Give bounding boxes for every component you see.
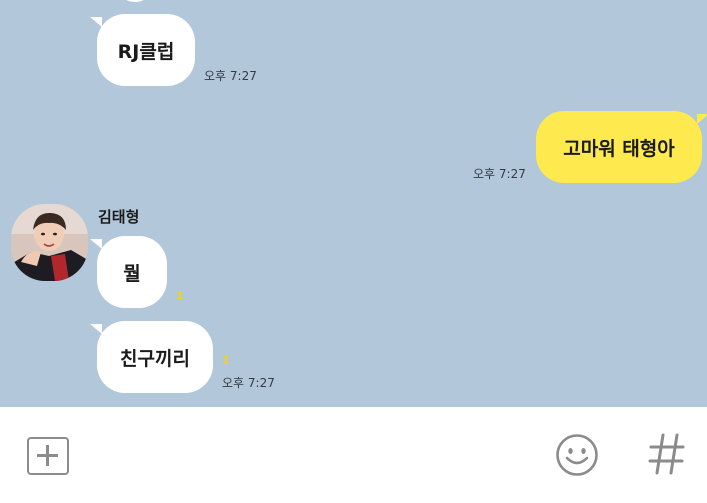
message-input-bar[interactable] [0, 407, 707, 503]
message-text: 고마워 태형아 [563, 137, 675, 160]
message-bubble[interactable]: 친구끼리 [90, 321, 213, 393]
sender-name: 김태형 [98, 208, 140, 226]
message-time: 오후 7:27 [222, 376, 275, 390]
chat-area[interactable]: RJ클럽 오후 7:27 고마워 태형아 오후 7:27 김태형 뭘 1 친구끼… [0, 0, 707, 407]
profile-avatar[interactable] [11, 204, 88, 281]
message-bubble-partial[interactable] [118, 0, 152, 2]
smiley-icon[interactable] [555, 433, 599, 477]
message-bubble[interactable]: RJ클럽 [90, 14, 195, 86]
message-text: RJ클럽 [117, 40, 175, 63]
message-text: 친구끼리 [120, 347, 190, 370]
message-time: 오후 7:27 [204, 69, 257, 83]
hashtag-icon[interactable] [648, 431, 686, 477]
avatar-photo [11, 204, 88, 281]
message-bubble-outgoing[interactable]: 고마워 태형아 [536, 111, 707, 183]
unread-count: 1 [176, 289, 184, 302]
plus-square-icon[interactable] [27, 437, 69, 475]
message-bubble[interactable]: 뭘 [90, 236, 167, 308]
message-text: 뭘 [123, 262, 141, 285]
unread-count: 1 [222, 354, 230, 367]
message-time: 오후 7:27 [473, 167, 526, 181]
